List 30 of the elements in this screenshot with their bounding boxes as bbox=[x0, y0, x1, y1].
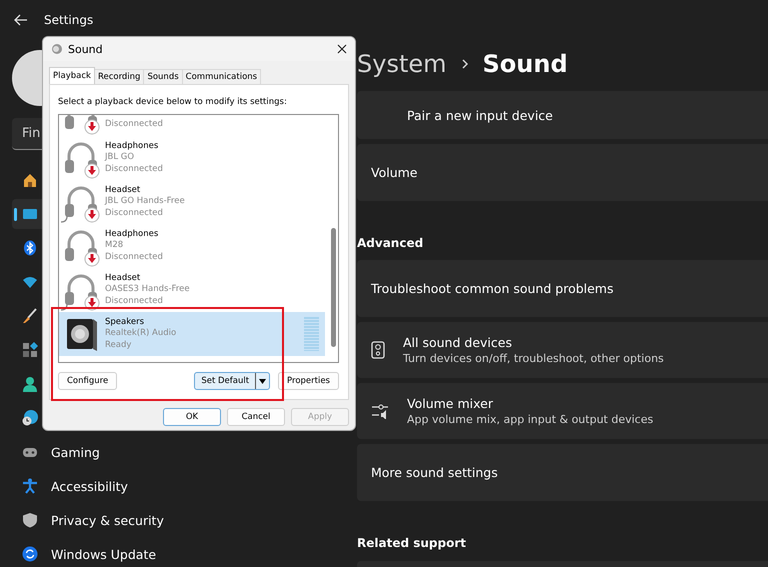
device-name: Headset bbox=[105, 272, 142, 284]
instruction-text: Select a playback device below to modify its settings: bbox=[58, 96, 288, 109]
section-heading: Advanced bbox=[357, 235, 424, 250]
device-status: Disconnected bbox=[105, 164, 163, 176]
device-description: JBL GO bbox=[105, 152, 136, 164]
device-status: Disconnected bbox=[105, 208, 164, 220]
device-description: JBL GO Hands-Free bbox=[105, 196, 185, 208]
dialog-title: Sound bbox=[68, 42, 104, 56]
nav-label: Gaming bbox=[51, 444, 100, 460]
row-subtitle: Turn devices on/off, troubleshoot, other options bbox=[403, 352, 664, 365]
section-heading: Related support bbox=[357, 535, 467, 550]
device-status: Ready bbox=[105, 340, 132, 352]
nav-label: Windows Update bbox=[51, 546, 156, 562]
device-name: Headphones bbox=[105, 228, 160, 240]
device-name: Speakers bbox=[105, 316, 146, 328]
device-status: Disconnected bbox=[105, 252, 163, 264]
device-description: Realtek(R) Audio bbox=[105, 328, 176, 340]
row-title: All sound devices bbox=[403, 335, 513, 350]
device-status: Disconnected bbox=[105, 296, 164, 308]
nav-label: Privacy & security bbox=[51, 512, 164, 528]
device-status: Disconnected bbox=[105, 119, 163, 131]
device-description: M28 bbox=[105, 240, 124, 252]
device-name: Headphones bbox=[105, 140, 160, 152]
page-title: Sound bbox=[482, 50, 568, 78]
row-title: Volume mixer bbox=[407, 396, 494, 411]
device-name: Headset bbox=[105, 184, 142, 196]
nav-label: Accessibility bbox=[51, 478, 128, 494]
app-title: Settings bbox=[44, 13, 94, 27]
row-subtitle: App volume mix, app input & output devices bbox=[407, 413, 654, 426]
device-description: OASES3 Hands-Free bbox=[105, 284, 190, 296]
